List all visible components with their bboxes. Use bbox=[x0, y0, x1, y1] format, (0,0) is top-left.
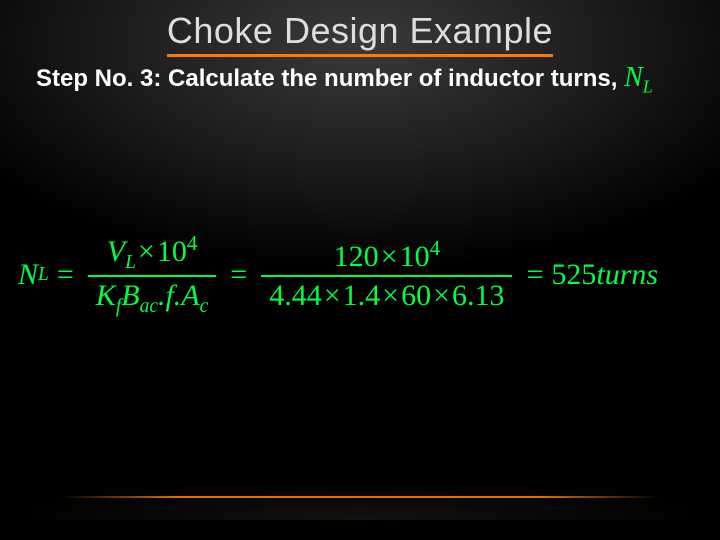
lhs-L: L bbox=[38, 264, 49, 286]
result-unit: turns bbox=[596, 258, 658, 292]
frac2-den: 4.44×1.4×60×6.13 bbox=[261, 277, 512, 314]
slide: Choke Design Example Step No. 3: Calcula… bbox=[0, 0, 720, 540]
f1d-A: A bbox=[181, 279, 199, 312]
nl-main: N bbox=[624, 62, 643, 93]
nl-sub: L bbox=[643, 77, 653, 97]
bottom-accent-line bbox=[60, 496, 660, 498]
result-value: 525 bbox=[551, 258, 596, 292]
equals-2: = bbox=[222, 258, 255, 292]
f2d-14: 1.4 bbox=[343, 279, 381, 312]
fraction-symbolic: VL×104 KfBac.f.Ac bbox=[88, 230, 217, 320]
f2n-ten: 10 bbox=[400, 240, 430, 273]
f1d-K: K bbox=[96, 279, 116, 312]
nl-symbol: NL bbox=[624, 62, 653, 93]
f2d-t2: × bbox=[380, 279, 401, 312]
lhs: NL bbox=[18, 258, 49, 292]
f1d-ac: ac bbox=[140, 296, 158, 317]
f2d-613: 6.13 bbox=[452, 279, 505, 312]
fraction-numeric: 120×104 4.44×1.4×60×6.13 bbox=[261, 235, 512, 314]
f1d-c: c bbox=[200, 296, 209, 317]
frac2-num: 120×104 bbox=[326, 235, 448, 275]
f2n-times: × bbox=[379, 240, 400, 273]
f1n-times: × bbox=[136, 235, 157, 268]
f1n-L: L bbox=[125, 252, 136, 273]
f2d-t3: × bbox=[431, 279, 452, 312]
bottom-glow bbox=[30, 460, 690, 520]
frac1-den: KfBac.f.Ac bbox=[88, 277, 217, 319]
f2d-60: 60 bbox=[401, 279, 431, 312]
title-text: Choke Design Example bbox=[167, 10, 553, 57]
f2d-444: 4.44 bbox=[269, 279, 322, 312]
f1n-ten: 10 bbox=[157, 235, 187, 268]
frac1-num: VL×104 bbox=[99, 230, 206, 275]
f2d-t1: × bbox=[322, 279, 343, 312]
lhs-N: N bbox=[18, 258, 38, 292]
equals-3: = bbox=[518, 258, 551, 292]
equals-1: = bbox=[49, 258, 82, 292]
step-text: Step No. 3: Calculate the number of indu… bbox=[36, 65, 617, 92]
f1n-V: V bbox=[107, 235, 125, 268]
step-description: Step No. 3: Calculate the number of indu… bbox=[36, 60, 684, 98]
f1d-dotf: .f. bbox=[158, 279, 181, 312]
f1n-exp: 4 bbox=[187, 231, 198, 255]
slide-title: Choke Design Example bbox=[0, 10, 720, 57]
equation: NL = VL×104 KfBac.f.Ac = 120×104 4.44×1.… bbox=[18, 230, 702, 320]
f1d-B: B bbox=[121, 279, 139, 312]
result: 525turns bbox=[551, 258, 658, 292]
f2n-exp: 4 bbox=[430, 236, 441, 260]
f2n-120: 120 bbox=[334, 240, 379, 273]
